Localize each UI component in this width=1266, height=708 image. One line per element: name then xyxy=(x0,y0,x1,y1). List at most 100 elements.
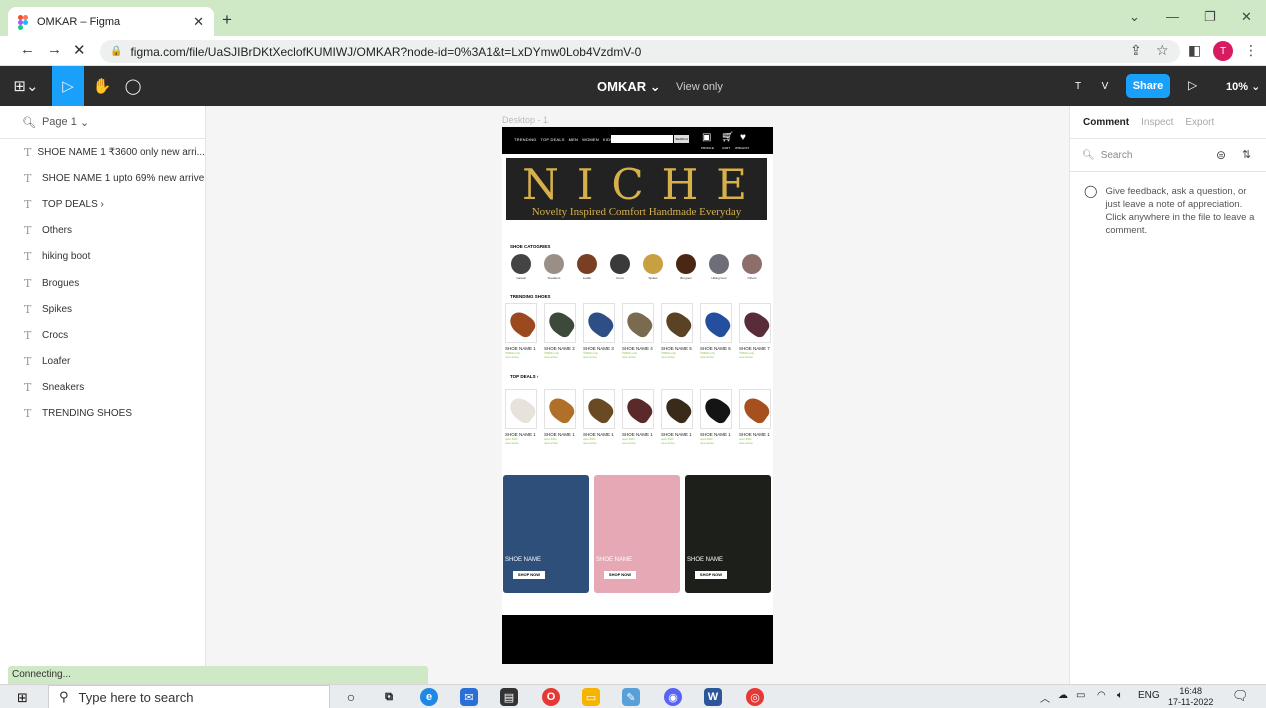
product-tag: new arrive xyxy=(739,441,753,445)
opera-icon[interactable]: O xyxy=(542,688,560,706)
sort-icon[interactable]: ⇅ xyxy=(1242,148,1251,161)
tab-inspect[interactable]: Inspect xyxy=(1141,117,1173,128)
chrome-icon[interactable]: ◎ xyxy=(746,688,764,706)
layer-text-0[interactable]: T SHOE NAME 1 ₹3600 only new arri... xyxy=(0,139,205,165)
wishlist-label: WISHLIST xyxy=(735,146,750,150)
layer-name: Sneakers xyxy=(42,382,85,394)
desktop-frame[interactable]: TRENDING TOP DEALS MEN WOMEN KIDS SEARCH ▣ 🛒… xyxy=(502,127,773,664)
category-image xyxy=(544,254,564,274)
comment-tool-icon[interactable]: ◯ xyxy=(118,66,148,106)
store-icon[interactable]: ▤ xyxy=(500,688,518,706)
category-item: Casual xyxy=(508,254,534,280)
product-tag: new arrive xyxy=(661,355,675,359)
collaborator-avatar-v[interactable]: V xyxy=(1095,76,1115,96)
windows-taskbar: ⊞ ⚲ Type here to search ○ ⧉ e ✉ ▤ O ▭ ✎ … xyxy=(0,684,1266,708)
collaborator-avatar-t[interactable]: T xyxy=(1068,76,1088,96)
tab-comment[interactable]: Comment xyxy=(1083,117,1129,128)
notepad-icon[interactable]: ✎ xyxy=(622,688,640,706)
text-layer-icon: T xyxy=(24,407,32,421)
tray-chevron-icon[interactable]: ︿ xyxy=(1040,690,1050,705)
design-canvas[interactable]: Desktop - 1 TRENDING TOP DEALS MEN WOMEN KID… xyxy=(206,106,1069,684)
forward-arrow-icon[interactable]: → xyxy=(47,41,62,58)
profile-avatar[interactable]: T xyxy=(1213,41,1233,61)
url-field[interactable]: 🔒 figma.com/file/UaSJIBrDKtXeclofKUMIWJ/… xyxy=(100,40,1180,63)
windows-start-icon[interactable]: ⊞ xyxy=(17,690,28,706)
discord-icon[interactable]: ◉ xyxy=(664,688,682,706)
layer-text-10[interactable]: T TRENDING SHOES xyxy=(0,401,205,427)
file-explorer-icon[interactable]: ▭ xyxy=(582,688,600,706)
layer-text-4[interactable]: Thiking boot xyxy=(0,244,205,270)
text-layer-icon: T xyxy=(24,328,32,342)
layer-text-3[interactable]: T Others xyxy=(0,218,205,244)
layer-text-1[interactable]: T SHOE NAME 1 upto 69% new arrive xyxy=(0,165,205,191)
profile-icon: ▣ xyxy=(702,132,712,143)
minimize-icon[interactable]: — xyxy=(1166,9,1179,24)
promo-name: SHOE NAME xyxy=(596,557,633,563)
bookmark-star-icon[interactable]: ☆ xyxy=(1156,42,1169,59)
close-window-icon[interactable]: ✕ xyxy=(1241,9,1252,25)
product-tag: new arrive xyxy=(700,355,714,359)
text-layer-icon: T xyxy=(24,250,32,264)
site-search-input xyxy=(611,135,673,143)
nav-link: WOMEN xyxy=(582,137,599,142)
onedrive-icon[interactable]: ☁ xyxy=(1058,690,1068,701)
wifi-icon[interactable]: ◠ xyxy=(1097,690,1106,701)
hand-tool-icon[interactable]: ✋ xyxy=(86,66,118,106)
product-tag: new arrive xyxy=(505,441,519,445)
layer-text-8[interactable]: T Loafer xyxy=(0,349,205,375)
browser-menu-icon[interactable]: ⋮ xyxy=(1244,42,1258,59)
layer-text-6[interactable]: T Spikes xyxy=(0,296,205,322)
layer-text-2[interactable]: T TOP DEALS › xyxy=(0,191,205,217)
layer-text-9[interactable]: T Sneakers xyxy=(0,375,205,401)
edge-icon[interactable]: e xyxy=(420,688,438,706)
page-selector[interactable]: 🔍︎ Page 1 ⌄ xyxy=(0,106,205,139)
comment-search[interactable]: 🔍︎ Search ⊜ ⇅ xyxy=(1070,139,1266,172)
text-layer-icon: T xyxy=(24,224,32,238)
layer-name: Brogues xyxy=(42,277,80,289)
new-tab-button[interactable]: + xyxy=(222,10,232,30)
word-icon[interactable]: W xyxy=(704,688,722,706)
present-play-icon[interactable]: ▷ xyxy=(1188,78,1197,92)
back-arrow-icon[interactable]: ← xyxy=(20,41,35,58)
tab-search-chevron-icon[interactable]: ⌄ xyxy=(1129,9,1140,25)
sidebar-toggle-icon[interactable]: ◧ xyxy=(1188,42,1201,59)
task-view-icon[interactable]: ⧉ xyxy=(380,688,398,706)
mail-icon[interactable]: ✉ xyxy=(460,688,478,706)
nav-links: TRENDING TOP DEALS MEN WOMEN KIDS xyxy=(514,137,617,142)
layer-name: Others xyxy=(42,225,73,237)
layer-text-5[interactable]: T Brogues xyxy=(0,270,205,296)
share-button[interactable]: Share xyxy=(1126,74,1170,98)
filter-icon[interactable]: ⊜ xyxy=(1216,148,1226,162)
notifications-icon[interactable]: 🗨︎ xyxy=(1232,688,1249,704)
category-label: Brogues xyxy=(680,276,692,280)
site-search-button: SEARCH xyxy=(674,135,689,143)
taskbar-search[interactable]: ⚲ Type here to search xyxy=(48,685,330,708)
move-tool-icon[interactable]: ▷ xyxy=(52,66,84,106)
heart-icon: ♥ xyxy=(740,132,746,143)
file-name[interactable]: OMKAR ⌄ xyxy=(597,79,661,95)
taskbar-clock[interactable]: 16:48 17-11-2022 xyxy=(1168,686,1213,708)
layer-text-7[interactable]: T Crocs xyxy=(0,322,205,348)
browser-tab[interactable]: OMKAR – Figma ✕ xyxy=(8,7,214,36)
view-mode: View only xyxy=(676,81,723,93)
tab-export[interactable]: Export xyxy=(1185,117,1214,128)
figma-menu-icon[interactable]: ⊞⌄ xyxy=(8,66,44,106)
text-layer-icon: T xyxy=(24,302,32,316)
nav-link: TRENDING xyxy=(514,137,537,142)
stop-loading-icon[interactable]: ✕ xyxy=(73,41,86,59)
cortana-icon[interactable]: ○ xyxy=(342,688,360,706)
product-tag: new arrive xyxy=(700,441,714,445)
shoe-shape xyxy=(701,308,731,340)
restore-icon[interactable]: ❐ xyxy=(1204,9,1216,25)
volume-icon[interactable]: 🔈︎ xyxy=(1117,690,1123,701)
frame-label[interactable]: Desktop - 1 xyxy=(502,115,548,125)
language-indicator[interactable]: ENG xyxy=(1138,690,1160,701)
share-page-icon[interactable]: ⇪ xyxy=(1130,42,1142,59)
product-image xyxy=(739,389,771,429)
categories-heading: SHOE CATOGRIES xyxy=(510,244,551,249)
zoom-level[interactable]: 10% ⌄ xyxy=(1226,80,1260,93)
battery-icon[interactable]: ▭ xyxy=(1076,690,1085,701)
layer-list: T SHOE NAME 1 ₹3600 only new arri... T SHOE… xyxy=(0,127,567,664)
category-item: Crocs xyxy=(607,254,633,280)
tab-close-icon[interactable]: ✕ xyxy=(193,14,204,30)
